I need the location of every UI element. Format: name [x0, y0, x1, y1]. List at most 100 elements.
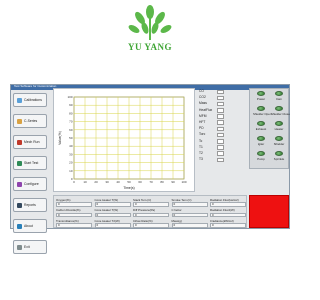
legend-item: T3	[197, 157, 245, 163]
x-tick-label: 40	[116, 180, 120, 184]
indicator-led-icon	[275, 151, 283, 156]
control-label: Exhaust	[255, 126, 267, 131]
control-label: Shielder Open	[253, 111, 272, 116]
x-tick-label: 90	[171, 180, 175, 184]
sidebar-button-about[interactable]: About	[13, 219, 47, 233]
sidebar-button-label: About	[24, 224, 33, 228]
reading-label: Radiation Flux(kw/m2)	[210, 197, 239, 202]
reading-label: Carbon Dioxide(%)	[56, 208, 81, 212]
legend-checkbox[interactable]	[217, 139, 224, 144]
legend-checkbox[interactable]	[217, 120, 224, 125]
legend-label: CO	[199, 89, 204, 93]
legend-checkbox[interactable]	[217, 95, 224, 101]
reading-value[interactable]: 0	[171, 212, 208, 217]
sidebar: Calibrations C-Series Mech Run Start Test Co…	[13, 93, 49, 261]
indicator-led-icon	[275, 136, 283, 141]
x-tick-label: 50	[127, 180, 131, 184]
reading-field: Radiation Flux(kw/m2) 0	[210, 198, 250, 207]
reading-field: Irradiance(kW/m2) 0	[210, 219, 250, 228]
control-heater[interactable]: Heater	[271, 121, 287, 131]
control-igiter[interactable]: Igiter	[253, 136, 269, 146]
sidebar-button-label: Reports	[24, 203, 36, 207]
control-label: Pump	[257, 156, 265, 161]
sidebar-button-configure[interactable]: Configure	[13, 177, 47, 191]
readings-panel: Oxygen(%) 0 Cone Heater T(W) 0 Stack Tem.(C)…	[53, 195, 247, 228]
legend-label: CO2	[199, 95, 206, 100]
reading-label: Irradiance(kW/m2)	[210, 218, 234, 223]
reading-value[interactable]: 0	[133, 202, 169, 207]
control-shielder[interactable]: Shielder	[271, 136, 287, 146]
sidebar-button-calibrations[interactable]: Calibrations	[13, 93, 47, 107]
reading-field: Oxygen(%) 0	[56, 198, 96, 207]
reading-value[interactable]: 0	[94, 223, 131, 228]
reading-field: Smoke Tem.(C) 0	[171, 198, 212, 207]
y-tick-label: 50	[69, 136, 73, 140]
y-tick-label: 70	[69, 120, 73, 124]
control-shielder-close[interactable]: Shielder Close	[271, 106, 290, 116]
legend-label: HeatFlux	[199, 107, 213, 112]
reading-field: Mass(g) 0	[171, 219, 212, 228]
indicator-led-icon	[275, 91, 283, 96]
reading-value[interactable]: 0	[56, 223, 92, 228]
reading-value[interactable]: 0	[133, 223, 169, 228]
x-tick-label: 0	[73, 180, 75, 184]
control-power[interactable]: Power	[253, 91, 269, 101]
sidebar-button-exit[interactable]: Exit	[13, 240, 47, 254]
legend-label: T1	[199, 144, 203, 149]
control-label: Cam	[275, 96, 283, 101]
legend-checkbox[interactable]	[217, 157, 224, 163]
reading-value[interactable]: 0	[210, 212, 246, 217]
control-cam[interactable]: Cam	[271, 91, 287, 101]
legend-checkbox[interactable]	[217, 101, 224, 107]
reading-value[interactable]: 0	[171, 223, 208, 228]
control-sprinkle[interactable]: Sprinkle	[271, 151, 287, 161]
gear-icon	[17, 182, 22, 187]
sidebar-button-mech-run[interactable]: Mech Run	[13, 135, 47, 149]
legend-checkbox[interactable]	[217, 132, 224, 138]
y-tick-label: 20	[69, 161, 73, 165]
sidebar-button-label: Configure	[24, 182, 39, 186]
legend-checkbox[interactable]	[217, 114, 224, 119]
reading-value[interactable]: 0	[133, 212, 169, 217]
indicator-led-icon	[275, 106, 283, 111]
sidebar-button-reports[interactable]: Reports	[13, 198, 47, 212]
reading-value[interactable]: 0	[171, 202, 208, 207]
legend-label: T3	[199, 157, 203, 162]
control-shielder-open[interactable]: Shielder Open	[253, 106, 272, 116]
sidebar-button-c-series[interactable]: C-Series	[13, 114, 47, 128]
indicator-led-icon	[257, 121, 265, 126]
legend-label: MFM	[199, 113, 207, 118]
legend-checkbox[interactable]	[217, 126, 224, 132]
reading-label: C factor	[171, 208, 182, 212]
sidebar-button-label: Mech Run	[24, 140, 40, 144]
y-tick-label: 10	[69, 169, 73, 173]
reading-label: Radiation Flux2(W)	[210, 208, 235, 212]
reading-label: Cone Heater T(W)	[94, 197, 119, 202]
legend-checkbox[interactable]	[217, 89, 224, 94]
reading-value[interactable]: 0	[56, 212, 92, 217]
reading-label: Oxygen(%)	[56, 197, 71, 202]
legend-checkbox[interactable]	[217, 145, 224, 150]
reading-value[interactable]: 0	[56, 202, 92, 207]
sidebar-button-label: Calibrations	[24, 98, 42, 102]
legend-label: Tc	[199, 138, 203, 143]
chart-panel: 0 10 20 30 40 50 60 70 80 90 100 0 10 20 30 40 50 60 70 80 9…	[53, 88, 195, 192]
reading-label: Transmittance(%)	[56, 218, 79, 223]
control-exhaust[interactable]: Exhaust	[253, 121, 269, 131]
x-tick-label: 20	[94, 180, 98, 184]
reading-value[interactable]: 0	[210, 223, 246, 228]
legend-checkbox[interactable]	[217, 151, 224, 156]
window-title: Test Software for Customization	[14, 84, 57, 88]
control-pump[interactable]: Pump	[253, 151, 269, 161]
play-icon	[17, 161, 22, 166]
indicator-led-icon	[275, 121, 283, 126]
reading-value[interactable]: 0	[94, 212, 131, 217]
info-icon	[17, 224, 22, 229]
reading-value[interactable]: 0	[210, 202, 246, 207]
reading-value[interactable]: 0	[94, 202, 131, 207]
legend-checkbox[interactable]	[217, 108, 224, 113]
sidebar-button-start-test[interactable]: Start Test	[13, 156, 47, 170]
legend-label: PD	[199, 126, 204, 131]
x-tick-label: 30	[105, 180, 109, 184]
x-axis-label: Time(s)	[123, 186, 134, 190]
